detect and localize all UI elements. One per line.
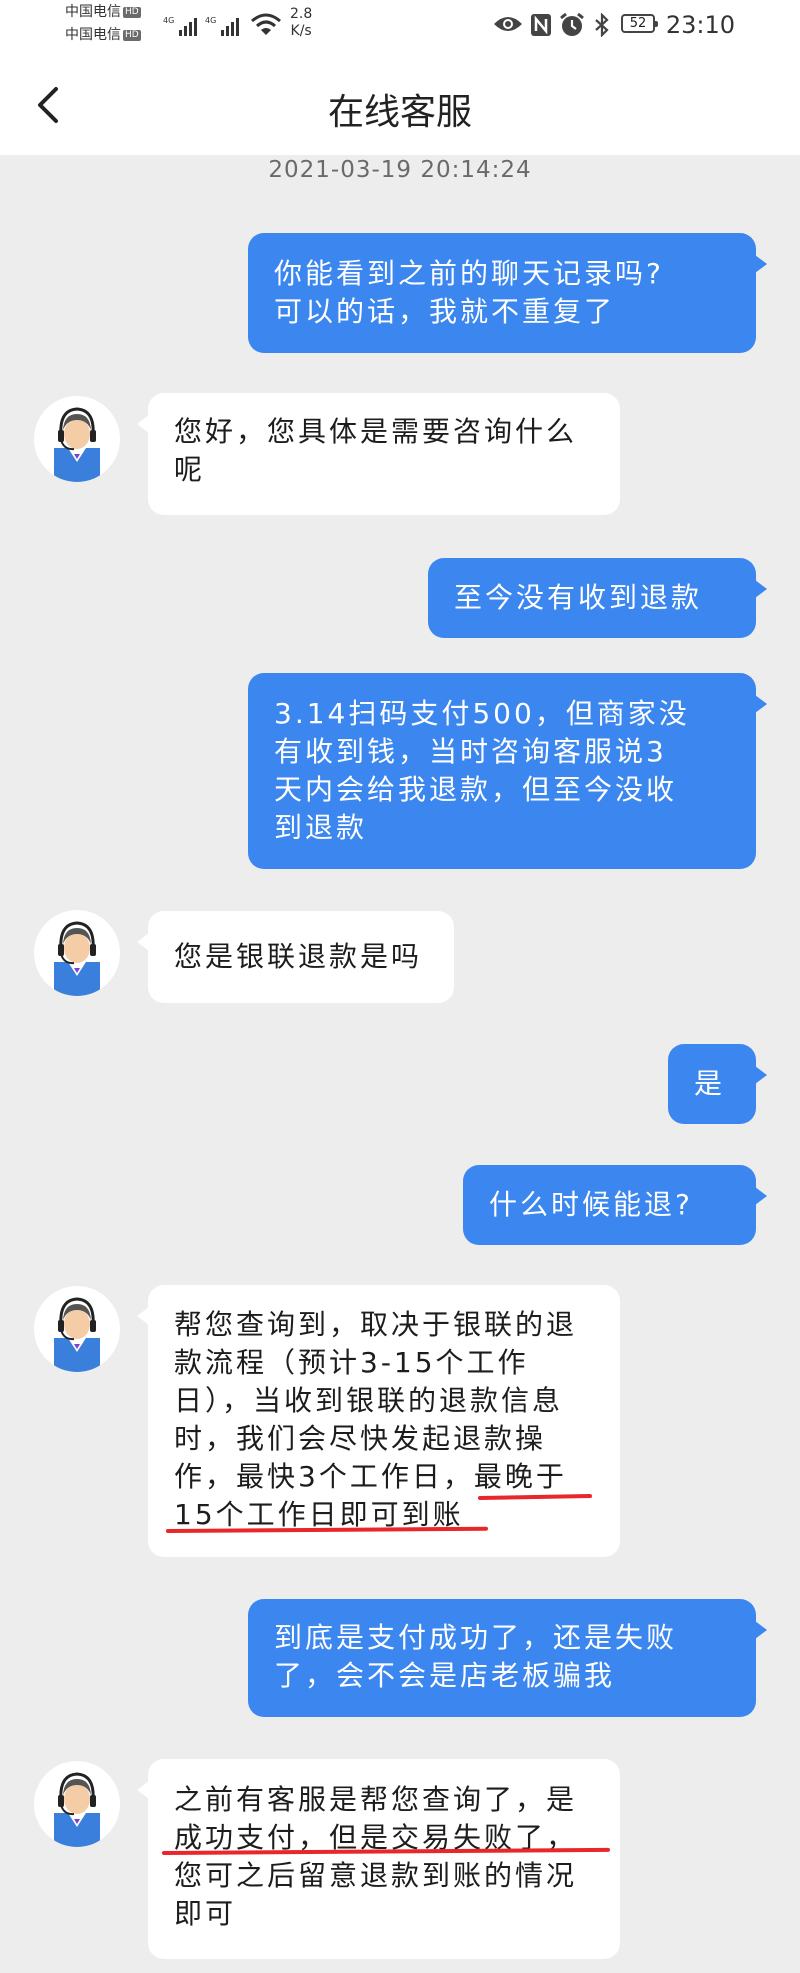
- message-line: 时，我们会尽快发起退款操: [174, 1422, 547, 1455]
- message-line: 你能看到之前的聊天记录吗?: [274, 257, 664, 290]
- network-speed: 2.8 K/s: [290, 6, 313, 39]
- message-line: 有收到钱，当时咨询客服说3: [274, 735, 667, 768]
- message-bubble-user[interactable]: 至今没有收到退款: [428, 558, 767, 638]
- bluetooth-icon: [595, 13, 609, 37]
- message-line: 天内会给我退款，但至今没收: [274, 773, 678, 806]
- message-line: 日），当收到银联的退款信息: [174, 1384, 564, 1417]
- message-line: 您好，您具体是需要咨询什么: [174, 415, 578, 448]
- battery-icon: 52: [621, 14, 658, 33]
- alarm-icon: [560, 13, 584, 36]
- customer-service-avatar-icon: [34, 910, 120, 996]
- status-bar: 中国电信 HD 中国电信 HD 4G 4G 2.8 K/s 52 23:10: [0, 0, 800, 55]
- eye-icon: [494, 17, 522, 31]
- message-bubble-agent[interactable]: 您是银联退款是吗: [137, 911, 454, 1003]
- message-line: 到退款: [274, 811, 368, 844]
- message-line: 您可之后留意退款到账的情况: [174, 1859, 578, 1892]
- signal-icon: 4G: [205, 16, 239, 36]
- header-bar: 在线客服: [0, 55, 800, 155]
- message-line: 了，会不会是店老板骗我: [274, 1659, 616, 1692]
- wifi-icon: [251, 13, 281, 35]
- signal-icon: 4G: [163, 16, 197, 36]
- status-time: 23:10: [665, 11, 735, 39]
- message-line: 即可: [174, 1897, 237, 1930]
- message-bubble-agent[interactable]: 您好，您具体是需要咨询什么 呢: [137, 393, 620, 515]
- message-bubble-user[interactable]: 你能看到之前的聊天记录吗? 可以的话，我就不重复了: [248, 233, 767, 353]
- carrier-1: 中国电信 HD: [65, 4, 141, 20]
- message-line: 至今没有收到退款: [454, 581, 703, 614]
- carrier-2: 中国电信 HD: [65, 27, 141, 43]
- chat-timestamp: 2021-03-19 20:14:24: [268, 157, 532, 183]
- message-bubble-user[interactable]: 到底是支付成功了，还是失败 了，会不会是店老板骗我: [248, 1599, 767, 1717]
- message-line: 您是银联退款是吗: [174, 940, 423, 973]
- message-line: 呢: [174, 453, 206, 486]
- message-line: 可以的话，我就不重复了: [274, 295, 616, 328]
- message-line: 到底是支付成功了，还是失败: [274, 1621, 678, 1654]
- message-line: 帮您查询到，取决于银联的退: [174, 1308, 578, 1341]
- customer-service-avatar-icon: [34, 1286, 120, 1372]
- svg-text:4G: 4G: [163, 16, 174, 25]
- message-line: 什么时候能退?: [489, 1188, 693, 1221]
- message-line: 作，最快3个工作日，最晚于: [174, 1460, 567, 1493]
- message-bubble-user[interactable]: 什么时候能退?: [463, 1165, 767, 1245]
- message-line: 之前有客服是帮您查询了，是: [174, 1783, 578, 1816]
- message-bubble-agent[interactable]: 之前有客服是帮您查询了，是 成功支付，但是交易失败了， 您可之后留意退款到账的情…: [137, 1759, 620, 1959]
- message-line: 是: [694, 1067, 726, 1100]
- message-bubble-user[interactable]: 3.14扫码支付500，但商家没 有收到钱，当时咨询客服说3 天内会给我退款，但…: [248, 673, 767, 869]
- page-title: 在线客服: [327, 92, 472, 133]
- customer-service-avatar-icon: [34, 1761, 120, 1847]
- message-bubble-agent[interactable]: 帮您查询到，取决于银联的退 款流程（预计3-15个工作 日），当收到银联的退款信…: [137, 1285, 620, 1557]
- svg-text:4G: 4G: [205, 16, 216, 25]
- customer-service-avatar-icon: [34, 396, 120, 482]
- message-line: 款流程（预计3-15个工作: [174, 1346, 529, 1379]
- message-bubble-user[interactable]: 是: [668, 1044, 767, 1124]
- nfc-icon: [531, 14, 551, 36]
- message-line: 3.14扫码支付500，但商家没: [274, 697, 690, 730]
